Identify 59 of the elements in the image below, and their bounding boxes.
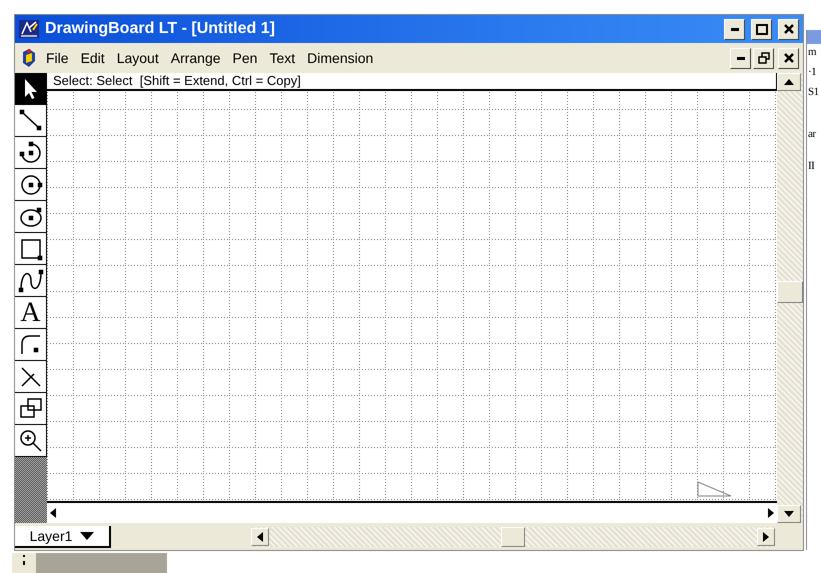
- minimize-button[interactable]: [730, 48, 751, 68]
- down-arrow-icon: [784, 511, 794, 517]
- up-arrow-icon: [784, 79, 794, 85]
- curve-tool[interactable]: [15, 265, 47, 297]
- left-arrow-icon: [256, 532, 264, 542]
- arc-tool-icon: [18, 140, 44, 166]
- select-tool[interactable]: [15, 73, 47, 105]
- menu-item[interactable]: Edit: [76, 50, 110, 66]
- minimize-icon: [730, 28, 738, 30]
- menu-item[interactable]: File: [41, 50, 74, 66]
- zoom-tool[interactable]: [15, 425, 47, 457]
- circle-tool[interactable]: [15, 169, 47, 201]
- menu-item[interactable]: Arrange: [166, 50, 226, 66]
- line-tool-icon: [18, 108, 44, 134]
- scroll-left-button[interactable]: [251, 528, 269, 546]
- background-text: S1: [808, 86, 819, 98]
- right-arrow-icon: [762, 532, 770, 542]
- ellipse-tool[interactable]: [15, 201, 47, 233]
- trim-tool[interactable]: [15, 361, 47, 393]
- title-bar: [807, 30, 821, 44]
- close-button[interactable]: [778, 18, 799, 40]
- taskbar-button[interactable]: [12, 553, 36, 573]
- background-text: m: [808, 46, 816, 58]
- curve-tool-icon: [18, 268, 44, 294]
- triangle-shape: [697, 481, 733, 497]
- caret-icon: [80, 532, 94, 540]
- background-text: II: [808, 160, 814, 172]
- fillet-tool[interactable]: [15, 329, 47, 361]
- restore-icon: [758, 52, 770, 64]
- layer-dropdown[interactable]: Layer1: [15, 526, 111, 548]
- scroll-thumb[interactable]: [777, 281, 803, 303]
- background-text: ar: [808, 128, 816, 140]
- minimize-icon: [736, 56, 744, 60]
- close-icon: [784, 24, 794, 34]
- text-tool[interactable]: A: [15, 297, 47, 329]
- close-icon: [784, 53, 794, 63]
- menu-item[interactable]: Text: [264, 50, 300, 66]
- scroll-right-button[interactable]: [757, 528, 775, 546]
- arc-tool[interactable]: [15, 137, 47, 169]
- group-tool[interactable]: [15, 393, 47, 425]
- grip-icon: [22, 553, 26, 567]
- maximize-icon: [756, 24, 768, 34]
- app-icon: [19, 20, 39, 38]
- restore-button[interactable]: [753, 48, 774, 68]
- drawing-canvas[interactable]: [47, 91, 777, 501]
- window-title: DrawingBoard LT - [Untitled 1]: [45, 20, 276, 38]
- close-button[interactable]: [778, 48, 799, 68]
- minimize-button[interactable]: [724, 18, 745, 40]
- scroll-down-button[interactable]: [777, 505, 801, 523]
- line-tool[interactable]: [15, 105, 47, 137]
- zoom-icon: [18, 428, 44, 454]
- menu-item[interactable]: Pen: [228, 50, 262, 66]
- scroll-up-button[interactable]: [777, 73, 801, 91]
- scroll-thumb[interactable]: [501, 526, 525, 546]
- background-text: ·1: [808, 66, 816, 78]
- rectangle-tool[interactable]: [15, 233, 47, 265]
- menu-item[interactable]: Dimension: [302, 50, 378, 66]
- maximize-button[interactable]: [751, 18, 772, 40]
- menu-item[interactable]: Layout: [112, 50, 164, 66]
